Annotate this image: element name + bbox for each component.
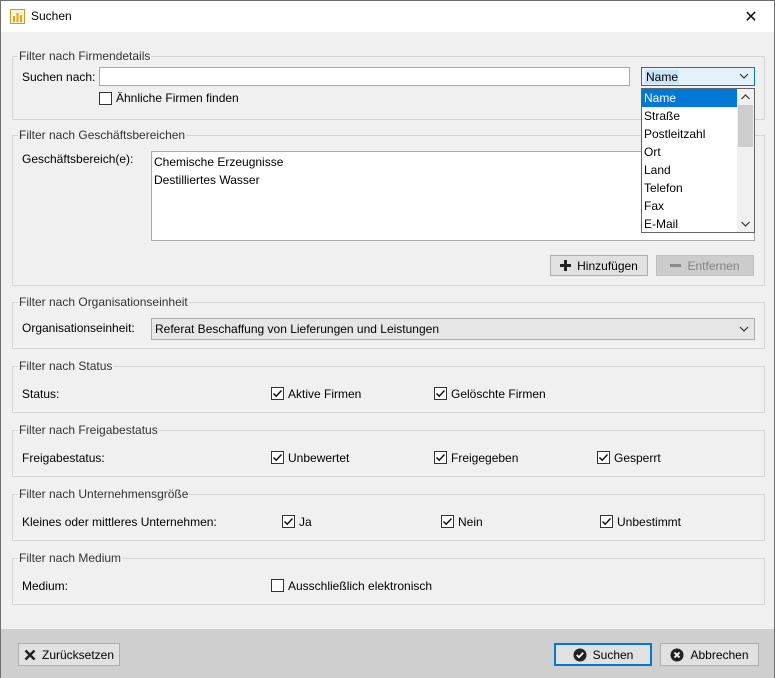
plus-icon [560, 260, 572, 271]
group-title-firmendetails: Filter nach Firmendetails [18, 49, 152, 63]
group-status: Filter nach Status [12, 359, 765, 413]
dropdown-option[interactable]: Land [642, 161, 738, 179]
similar-firms-label: Ähnliche Firmen finden [116, 91, 239, 105]
search-label: Suchen nach: [22, 70, 96, 84]
add-button-label: Hinzufügen [577, 258, 638, 273]
checkmark-icon [442, 517, 453, 526]
sme-undetermined-checkbox[interactable] [600, 515, 613, 528]
reset-button[interactable]: Zurücksetzen [18, 643, 120, 666]
status-label: Status: [22, 387, 60, 401]
electronic-only-label: Ausschließlich elektronisch [288, 579, 433, 593]
group-title-organisation: Filter nach Organisationseinheit [18, 295, 189, 309]
search-field-value: Name [645, 69, 680, 84]
dropdown-option[interactable]: Straße [642, 107, 738, 125]
electronic-only-checkbox[interactable] [271, 579, 284, 592]
search-button-label: Suchen [592, 647, 634, 662]
remove-button[interactable]: Entfernen [656, 255, 754, 276]
remove-button-label: Entfernen [687, 258, 740, 273]
search-input[interactable] [99, 67, 630, 86]
group-title-groesse: Filter nach Unternehmensgröße [18, 487, 190, 501]
search-field-dropdown[interactable]: Name Straße Postleitzahl Ort Land Telefo… [641, 88, 755, 233]
app-icon [10, 9, 25, 24]
blocked-label: Gesperrt [614, 451, 661, 465]
sme-no-label: Nein [458, 515, 483, 529]
dropdown-option[interactable]: Name [642, 89, 738, 107]
cancel-button[interactable]: Abbrechen [660, 643, 759, 666]
search-dialog: Suchen ✕ Filter nach Firmendetails Suche… [0, 0, 775, 678]
dropdown-option[interactable]: E-Mail [642, 215, 738, 233]
similar-firms-checkbox[interactable] [99, 92, 112, 105]
sme-yes-checkbox[interactable] [282, 515, 295, 528]
unrated-checkbox[interactable] [271, 451, 284, 464]
dropdown-option[interactable]: Fax [642, 197, 738, 215]
checkmark-icon [272, 453, 283, 462]
checkmark-icon [601, 517, 612, 526]
chevron-down-icon [739, 326, 749, 332]
sme-undetermined-label: Unbestimmt [617, 515, 682, 529]
chevron-down-icon [739, 73, 749, 79]
list-item[interactable]: Chemische Erzeugnisse [154, 155, 283, 169]
search-field-select[interactable]: Name [641, 67, 755, 86]
cancel-circle-icon [670, 648, 684, 661]
org-unit-value: Referat Beschaffung von Lieferungen und … [155, 322, 439, 336]
reset-button-label: Zurücksetzen [41, 647, 115, 662]
checkmark-icon [598, 453, 609, 462]
search-button[interactable]: Suchen [554, 643, 652, 666]
sme-label: Kleines oder mittleres Unternehmen: [22, 515, 217, 529]
deleted-firms-label: Gelöschte Firmen [451, 387, 546, 401]
checkmark-icon [283, 517, 294, 526]
active-firms-label: Aktive Firmen [288, 387, 362, 401]
blocked-checkbox[interactable] [597, 451, 610, 464]
active-firms-checkbox[interactable] [271, 387, 284, 400]
group-title-geschaeftsbereiche: Filter nach Geschäftsbereichen [18, 128, 187, 142]
title-bar: Suchen ✕ [1, 1, 774, 32]
sme-no-checkbox[interactable] [441, 515, 454, 528]
dropdown-option[interactable]: Ort [642, 143, 738, 161]
sme-yes-label: Ja [299, 515, 312, 529]
scroll-down-icon[interactable] [737, 216, 754, 232]
checkmark-icon [272, 389, 283, 398]
group-title-medium: Filter nach Medium [18, 551, 123, 565]
dropdown-option[interactable]: Telefon [642, 179, 738, 197]
check-circle-icon [573, 648, 587, 661]
group-title-status: Filter nach Status [18, 359, 114, 373]
minus-icon [670, 264, 682, 267]
deleted-firms-checkbox[interactable] [434, 387, 447, 400]
checkmark-icon [435, 453, 446, 462]
released-label: Freigegeben [451, 451, 519, 465]
dropdown-scrollbar[interactable] [737, 89, 754, 232]
business-area-label: Geschäftsbereich(e): [22, 152, 134, 166]
window-title: Suchen [31, 9, 72, 23]
x-icon [24, 649, 36, 660]
release-status-label: Freigabestatus: [22, 451, 105, 465]
dropdown-option[interactable]: Postleitzahl [642, 125, 738, 143]
medium-label: Medium: [22, 579, 69, 593]
checkmark-icon [435, 389, 446, 398]
add-button[interactable]: Hinzufügen [550, 255, 648, 276]
cancel-button-label: Abbrechen [690, 647, 749, 662]
list-item[interactable]: Destilliertes Wasser [154, 173, 260, 187]
scroll-up-icon[interactable] [737, 89, 754, 105]
scroll-thumb[interactable] [738, 105, 753, 147]
close-icon[interactable]: ✕ [728, 1, 774, 32]
org-unit-label: Organisationseinheit: [22, 321, 135, 335]
unrated-label: Unbewertet [288, 451, 350, 465]
org-unit-select[interactable]: Referat Beschaffung von Lieferungen und … [151, 318, 755, 340]
released-checkbox[interactable] [434, 451, 447, 464]
group-title-freigabe: Filter nach Freigabestatus [18, 423, 159, 437]
